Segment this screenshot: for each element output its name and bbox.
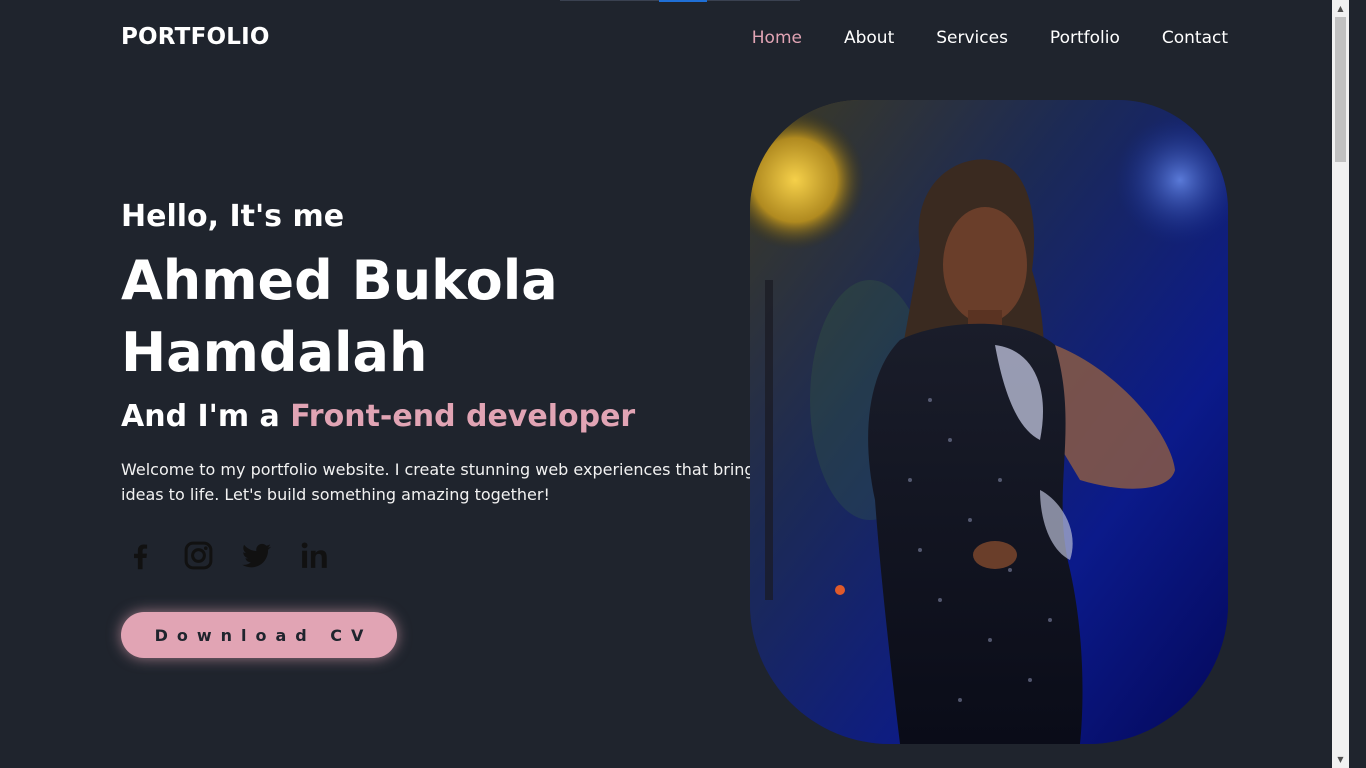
instagram-icon [184,541,213,570]
greeting: Hello, It's me [121,199,345,234]
download-cv-button[interactable]: Download CV [121,612,397,658]
scroll-thumb[interactable] [1335,17,1346,162]
hero-role: And I'm a Front-end developer [121,395,761,439]
hero-name: Ahmed Bukola Hamdalah [121,249,558,384]
nav-portfolio[interactable]: Portfolio [1050,28,1120,48]
instagram-link[interactable] [182,539,215,572]
scroll-up-arrow-icon[interactable]: ▲ [1332,0,1349,17]
hero-section: Hello, It's me Ahmed Bukola Hamdalah And… [121,195,761,658]
role-highlight: Front-end developer [290,399,636,434]
profile-illustration [750,100,1228,744]
nav-home[interactable]: Home [752,28,802,48]
nav-services[interactable]: Services [936,28,1008,48]
facebook-link[interactable] [124,539,157,572]
social-links [124,539,761,572]
role-prefix: And I'm a [121,399,291,434]
linkedin-icon [301,542,327,568]
nav-contact[interactable]: Contact [1162,28,1228,48]
twitter-icon [242,543,271,568]
page: PORTFOLIO Home About Services Portfolio … [0,0,1349,768]
hero-intro: Welcome to my portfolio website. I creat… [121,460,755,504]
site-header: PORTFOLIO Home About Services Portfolio … [0,0,1349,78]
profile-photo [750,100,1228,744]
nav-about[interactable]: About [844,28,894,48]
main-nav: Home About Services Portfolio Contact [752,28,1228,48]
logo[interactable]: PORTFOLIO [121,24,270,50]
twitter-link[interactable] [240,539,273,572]
linkedin-link[interactable] [298,539,331,572]
scroll-down-arrow-icon[interactable]: ▼ [1332,751,1349,768]
facebook-icon [134,544,148,570]
page-scrollbar[interactable]: ▲ ▼ [1332,0,1349,768]
